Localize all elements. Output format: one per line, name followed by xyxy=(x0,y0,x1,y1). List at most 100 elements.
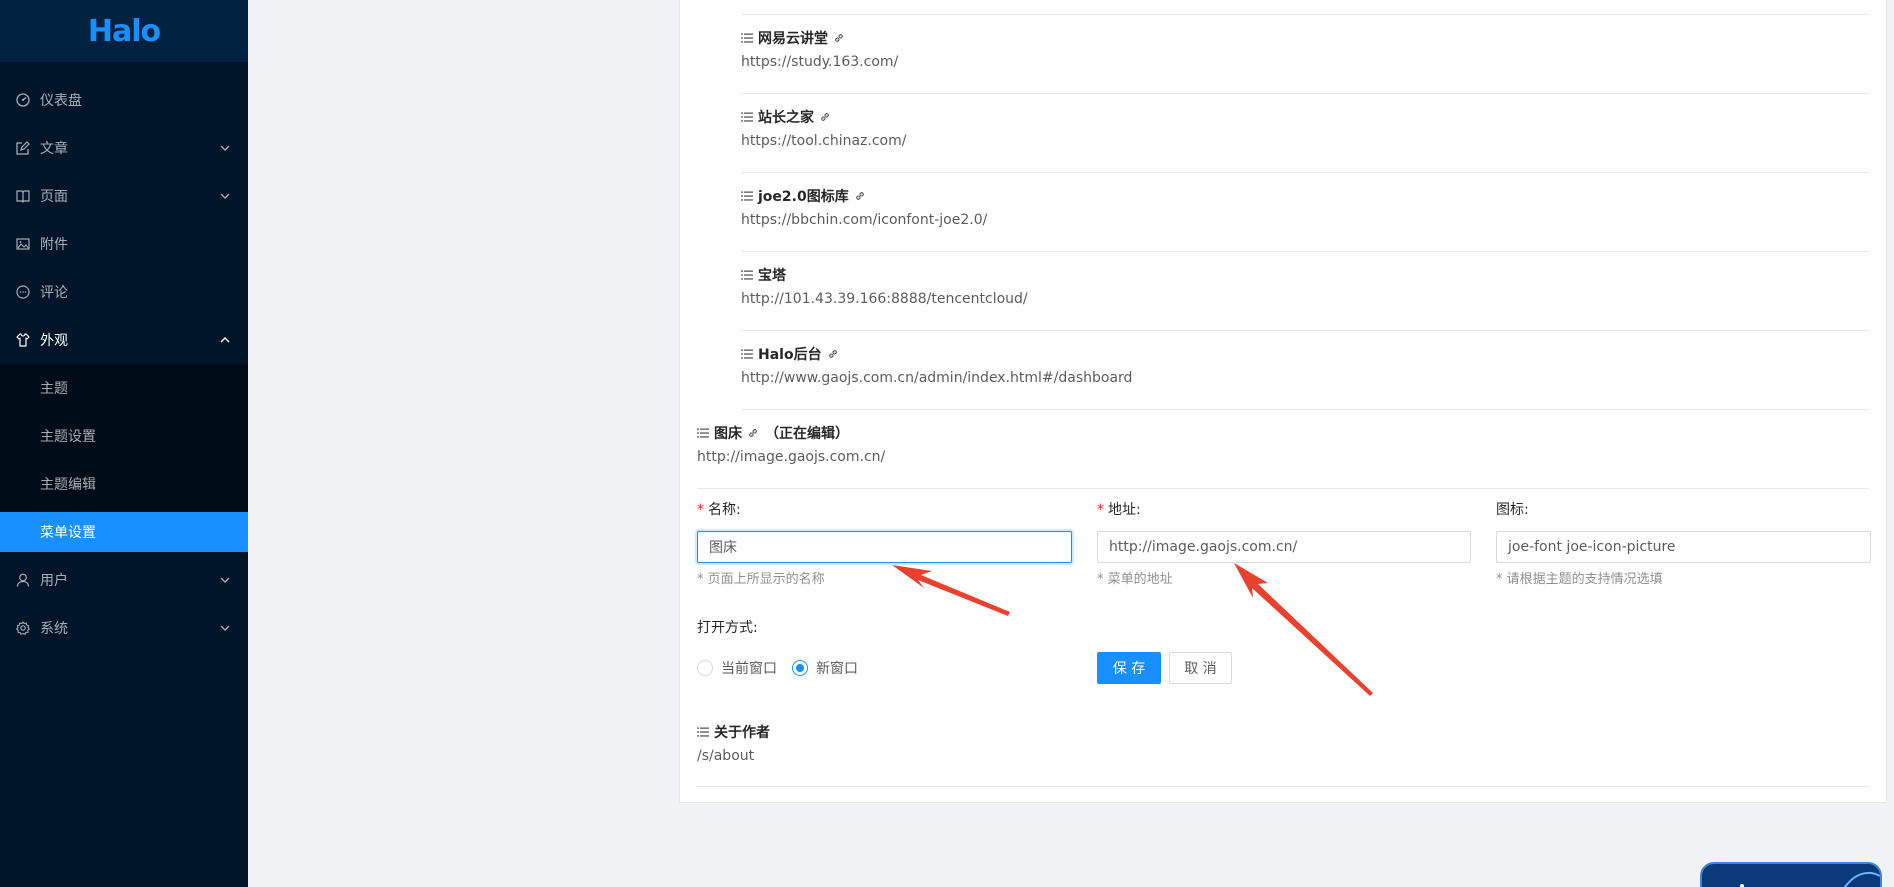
icon-label: 图标: xyxy=(1496,502,1529,518)
floating-widget[interactable] xyxy=(1700,862,1882,887)
menu-link-url: /s/about xyxy=(697,748,755,764)
unordered-list-icon xyxy=(741,349,753,359)
divider xyxy=(741,14,1869,15)
menu-link-item[interactable]: 站长之家 https://tool.chinaz.com/ xyxy=(741,107,906,153)
sidebar-item-comments[interactable]: 评论 xyxy=(0,272,248,312)
link-icon[interactable] xyxy=(854,190,866,202)
name-input[interactable]: 图床 xyxy=(697,531,1072,563)
menu-link-item[interactable]: joe2.0图标库 https://bbchin.com/iconfont-jo… xyxy=(741,186,987,232)
chevron-down-icon xyxy=(220,193,230,199)
divider xyxy=(741,172,1869,173)
unordered-list-icon xyxy=(741,270,753,280)
setting-icon xyxy=(16,621,30,635)
url-input[interactable]: http://image.gaojs.com.cn/ xyxy=(1097,531,1471,563)
widget-graphic xyxy=(1740,872,1880,887)
unordered-list-icon xyxy=(741,33,753,43)
sidebar-item-label: 系统 xyxy=(40,621,68,637)
menu-link-item[interactable]: 网易云讲堂 https://study.163.com/ xyxy=(741,28,898,74)
icon-help: * 请根据主题的支持情况选填 xyxy=(1496,572,1663,587)
unordered-list-icon xyxy=(741,191,753,201)
submenu-item-label: 主题设置 xyxy=(40,429,96,445)
name-help: * 页面上所显示的名称 xyxy=(697,572,825,587)
url-label: * 地址: xyxy=(1097,502,1141,518)
unordered-list-icon xyxy=(697,727,709,737)
submenu-item-themes[interactable]: 主题 xyxy=(0,368,248,408)
sidebar-item-label: 外观 xyxy=(40,333,68,349)
menu-link-item[interactable]: Halo后台 http://www.gaojs.com.cn/admin/ind… xyxy=(741,344,1132,390)
form-icon xyxy=(16,141,30,155)
divider xyxy=(741,93,1869,94)
radio-label: 当前窗口 xyxy=(721,661,777,677)
menu-link-name: 宝塔 xyxy=(758,268,786,284)
menu-link-url: https://bbchin.com/iconfont-joe2.0/ xyxy=(741,212,988,228)
link-icon[interactable] xyxy=(833,32,845,44)
submenu-item-theme-editor[interactable]: 主题编辑 xyxy=(0,464,248,504)
sidebar-item-pages[interactable]: 页面 xyxy=(0,176,248,216)
divider xyxy=(697,786,1869,787)
sidebar: Halo 仪表盘 文章 页面 附件 评论 外观 主题 主题设置 主题编辑 菜单设… xyxy=(0,0,248,887)
menu-link-name: joe2.0图标库 xyxy=(758,189,849,205)
divider xyxy=(697,488,1869,489)
editing-menu-item[interactable]: 图床 （正在编辑） http://image.gaojs.com.cn/ xyxy=(697,423,885,469)
sidebar-item-system[interactable]: 系统 xyxy=(0,608,248,648)
picture-icon xyxy=(16,237,30,251)
sidebar-item-attachments[interactable]: 附件 xyxy=(0,224,248,264)
sidebar-item-dashboard[interactable]: 仪表盘 xyxy=(0,80,248,120)
menu-link-url: http://www.gaojs.com.cn/admin/index.html… xyxy=(741,370,1133,386)
divider xyxy=(741,251,1869,252)
submenu-item-menu-settings[interactable]: 菜单设置 xyxy=(0,512,248,552)
unordered-list-icon xyxy=(741,112,753,122)
sidebar-item-label: 评论 xyxy=(40,285,68,301)
menu-link-name: Halo后台 xyxy=(758,347,822,363)
radio-circle xyxy=(697,660,713,676)
sidebar-item-label: 文章 xyxy=(40,141,68,157)
link-icon[interactable] xyxy=(747,427,759,439)
cancel-button[interactable]: 取 消 xyxy=(1169,652,1232,684)
menu-link-name: 关于作者 xyxy=(714,725,770,741)
menu-link-name: 站长之家 xyxy=(758,110,814,126)
sidebar-item-label: 仪表盘 xyxy=(40,93,82,109)
divider xyxy=(741,330,1869,331)
sidebar-item-appearance[interactable]: 外观 xyxy=(0,320,248,360)
sidebar-item-label: 用户 xyxy=(40,573,68,589)
menu-link-url: https://tool.chinaz.com/ xyxy=(741,133,907,149)
sidebar-item-label: 页面 xyxy=(40,189,68,205)
chevron-down-icon xyxy=(220,577,230,583)
submenu-item-label: 主题 xyxy=(40,381,68,397)
logo[interactable]: Halo xyxy=(0,0,248,62)
save-button[interactable]: 保 存 xyxy=(1097,652,1161,684)
radio-current-window[interactable]: 当前窗口 xyxy=(697,658,777,678)
divider xyxy=(741,409,1869,410)
submenu-item-label: 主题编辑 xyxy=(40,477,96,493)
menu-list-card: 网易云讲堂 https://study.163.com/ 站长之家 https:… xyxy=(679,0,1887,803)
radio-circle-checked xyxy=(792,660,808,676)
menu-link-name: 图床 xyxy=(714,426,742,442)
unordered-list-icon xyxy=(697,428,709,438)
sidebar-item-users[interactable]: 用户 xyxy=(0,560,248,600)
link-icon[interactable] xyxy=(819,111,831,123)
chevron-down-icon xyxy=(220,625,230,631)
editing-status: （正在编辑） xyxy=(765,426,849,442)
name-label: * 名称: xyxy=(697,502,741,518)
read-icon xyxy=(16,189,30,203)
radio-new-window[interactable]: 新窗口 xyxy=(792,658,858,678)
menu-link-url: http://101.43.39.166:8888/tencentcloud/ xyxy=(741,291,1028,307)
menu-link-item[interactable]: 宝塔 http://101.43.39.166:8888/tencentclou… xyxy=(741,265,1028,311)
submenu-item-theme-settings[interactable]: 主题设置 xyxy=(0,416,248,456)
chevron-up-icon xyxy=(220,337,230,343)
url-help: * 菜单的地址 xyxy=(1097,572,1173,587)
link-icon[interactable] xyxy=(827,348,839,360)
menu-link-url: https://study.163.com/ xyxy=(741,54,899,70)
skin-icon xyxy=(16,333,30,347)
logo-text: Halo xyxy=(87,13,161,49)
radio-label: 新窗口 xyxy=(816,661,858,677)
submenu-item-label: 菜单设置 xyxy=(40,525,96,541)
sidebar-item-posts[interactable]: 文章 xyxy=(0,128,248,168)
open-mode-label: 打开方式: xyxy=(697,620,758,636)
menu-link-url: http://image.gaojs.com.cn/ xyxy=(697,449,886,465)
chevron-down-icon xyxy=(220,145,230,151)
user-icon xyxy=(16,573,30,587)
menu-link-name: 网易云讲堂 xyxy=(758,31,828,47)
icon-input[interactable]: joe-font joe-icon-picture xyxy=(1496,531,1871,563)
menu-link-item[interactable]: 关于作者 /s/about xyxy=(697,722,770,768)
